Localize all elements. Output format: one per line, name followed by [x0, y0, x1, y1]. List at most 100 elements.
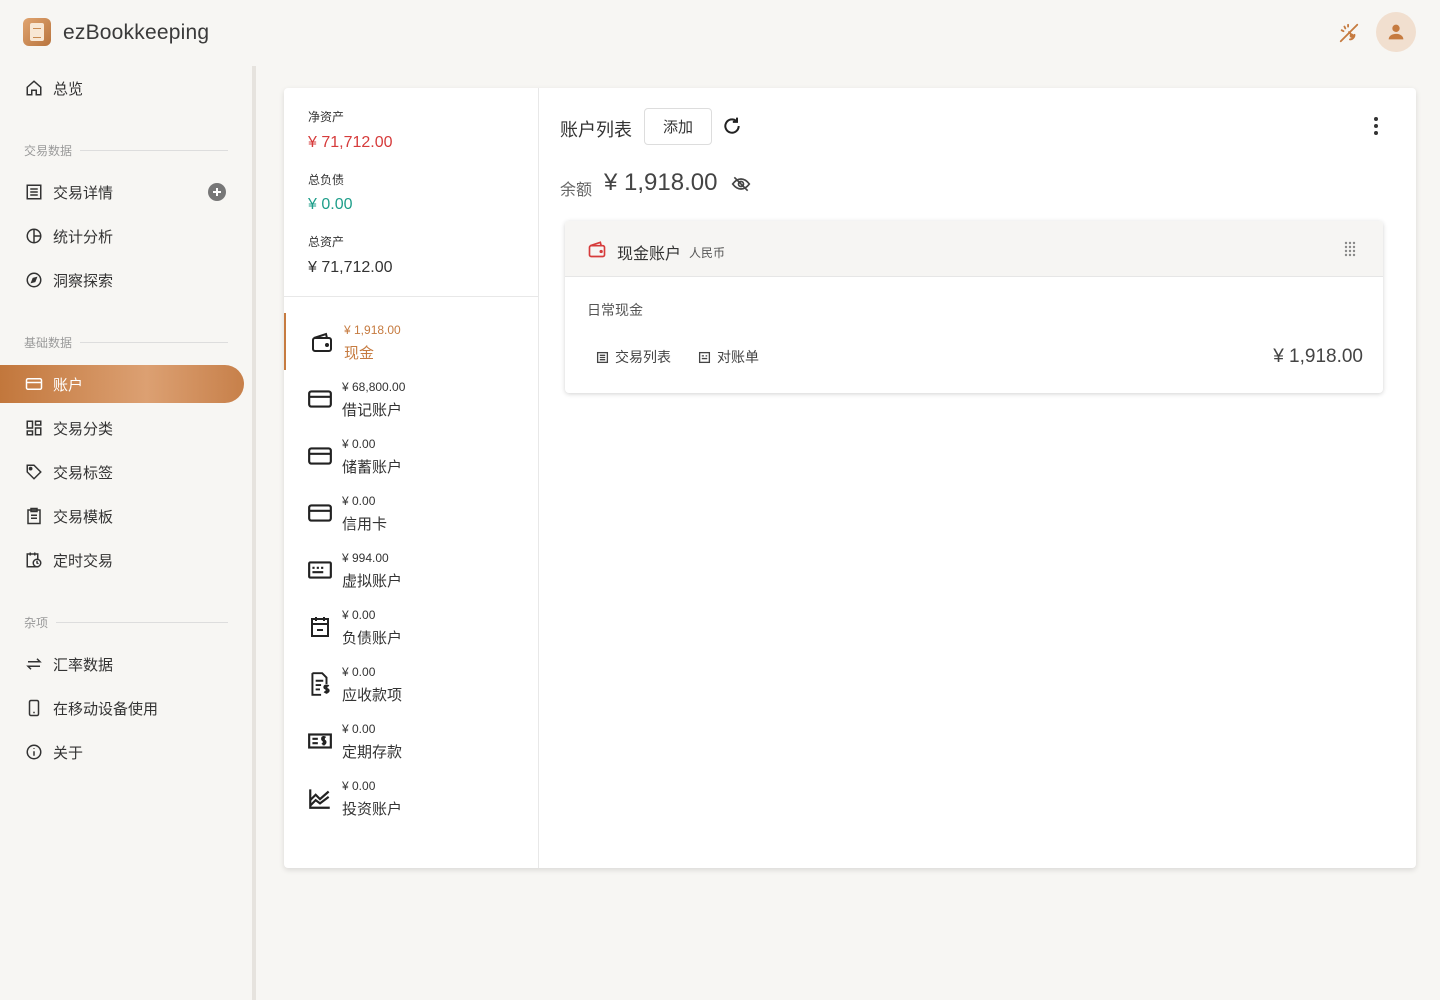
sidebar-item-overview[interactable]: 总览	[0, 69, 244, 107]
eye-off-icon	[731, 176, 751, 192]
total-liabilities-value: ¥ 0.00	[308, 196, 353, 213]
sidebar-item-label: 总览	[53, 80, 84, 98]
sidebar-item-label: 定时交易	[53, 552, 114, 570]
receivable-document-icon	[306, 670, 334, 698]
grid-icon	[24, 418, 44, 438]
category-value: ¥ 0.00	[342, 608, 376, 622]
category-name: 储蓄账户	[342, 459, 403, 476]
category-investment[interactable]: ¥ 0.00 投资账户	[284, 769, 539, 826]
refresh-button[interactable]	[720, 114, 744, 138]
category-value: ¥ 0.00	[342, 437, 376, 451]
account-list-title: 账户列表	[560, 120, 632, 140]
plus-icon	[213, 188, 221, 196]
sidebar-item-exchange-rates[interactable]: 汇率数据	[0, 645, 244, 683]
sidebar-item-templates[interactable]: 交易模板	[0, 497, 244, 535]
transaction-list-link[interactable]: 交易列表	[595, 347, 671, 367]
more-options-button[interactable]	[1366, 114, 1386, 138]
section-label: 杂项	[24, 615, 49, 630]
sidebar-item-insights[interactable]: 洞察探索	[0, 261, 244, 299]
account-card[interactable]: 现金账户 人民币 日常现金 交易列表 对账单 ¥ 1,918.00	[565, 221, 1383, 393]
calendar-minus-icon	[306, 613, 334, 641]
divider	[80, 341, 228, 343]
sidebar-item-mobile[interactable]: 在移动设备使用	[0, 689, 244, 727]
sidebar-item-label: 在移动设备使用	[53, 700, 159, 718]
calendar-clock-icon	[24, 550, 44, 570]
category-virtual[interactable]: ¥ 994.00 虚拟账户	[284, 541, 539, 598]
category-cash[interactable]: ¥ 1,918.00 现金	[284, 313, 539, 370]
sidebar-item-label: 洞察探索	[53, 272, 114, 290]
category-value: ¥ 0.00	[342, 665, 376, 679]
investment-chart-icon	[306, 784, 334, 812]
section-label: 交易数据	[24, 143, 73, 158]
theme-toggle-button[interactable]	[1334, 18, 1364, 48]
user-avatar-button[interactable]	[1376, 12, 1416, 52]
category-name: 投资账户	[342, 801, 403, 818]
add-account-button[interactable]: 添加	[644, 108, 712, 145]
category-value: ¥ 0.00	[342, 722, 376, 736]
sidebar-item-accounts[interactable]: 账户	[0, 365, 244, 403]
total-assets-label: 总资产	[308, 235, 345, 249]
virtual-card-icon	[306, 556, 334, 584]
category-debit[interactable]: ¥ 68,800.00 借记账户	[284, 370, 539, 427]
sidebar-item-scheduled[interactable]: 定时交易	[0, 541, 244, 579]
category-debt[interactable]: ¥ 0.00 负债账户	[284, 598, 539, 655]
credit-card-icon	[306, 385, 334, 413]
cellphone-icon	[24, 698, 44, 718]
reconciliation-link[interactable]: 对账单	[697, 347, 759, 367]
category-name: 负债账户	[342, 630, 403, 647]
sidebar-item-label: 汇率数据	[53, 656, 114, 674]
toggle-balance-visibility-button[interactable]	[730, 173, 752, 195]
category-value: ¥ 0.00	[342, 494, 376, 508]
transaction-list-label: 交易列表	[615, 349, 671, 365]
section-header-misc: 杂项	[24, 614, 228, 630]
sidebar-item-label: 交易分类	[53, 420, 114, 438]
category-value: ¥ 1,918.00	[344, 323, 401, 337]
account-amount: ¥ 1,918.00	[1273, 346, 1363, 367]
sidebar-item-transaction-details[interactable]: 交易详情	[0, 173, 244, 211]
category-name: 应收款项	[342, 687, 403, 704]
add-transaction-button[interactable]	[208, 183, 226, 201]
swap-arrows-icon	[24, 654, 44, 674]
wallet-icon	[308, 328, 336, 356]
top-bar: ezBookkeeping	[0, 0, 1440, 66]
net-assets-value: ¥ 71,712.00	[308, 134, 393, 151]
sidebar-item-label: 关于	[53, 744, 84, 762]
credit-card-icon	[306, 442, 334, 470]
compass-icon	[24, 270, 44, 290]
drag-handle-icon[interactable]	[1343, 241, 1357, 257]
category-name: 定期存款	[342, 744, 403, 761]
divider	[80, 149, 228, 151]
info-icon	[24, 742, 44, 762]
sidebar-item-label: 交易详情	[53, 184, 114, 202]
section-header-basic: 基础数据	[24, 334, 228, 350]
sidebar: 总览 交易数据 交易详情 统计分析 洞察探索 基础数据 账户 交易分类 交易标签…	[0, 66, 252, 1000]
category-name: 借记账户	[342, 402, 403, 419]
sidebar-item-about[interactable]: 关于	[0, 733, 244, 771]
category-name: 现金	[344, 345, 375, 362]
category-receivables[interactable]: ¥ 0.00 应收款项	[284, 655, 539, 712]
sidebar-item-label: 交易模板	[53, 508, 114, 526]
net-assets-label: 净资产	[308, 110, 345, 124]
statement-icon	[697, 350, 711, 364]
sidebar-item-categories[interactable]: 交易分类	[0, 409, 244, 447]
theme-auto-icon	[1339, 23, 1359, 43]
account-name: 现金账户	[617, 246, 682, 263]
list-icon	[24, 182, 44, 202]
account-currency: 人民币	[689, 246, 726, 260]
clipboard-icon	[24, 506, 44, 526]
account-list-pane: 账户列表 添加 余额 ¥ 1,918.00 现金账户 人民币 日常现金 交易列表…	[540, 88, 1416, 868]
asset-summary: 净资产 ¥ 71,712.00 总负债 ¥ 0.00 总资产 ¥ 71,712.…	[284, 88, 539, 297]
tag-icon	[24, 462, 44, 482]
divider	[56, 621, 228, 623]
sidebar-item-tags[interactable]: 交易标签	[0, 453, 244, 491]
category-savings[interactable]: ¥ 0.00 储蓄账户	[284, 427, 539, 484]
account-description: 日常现金	[587, 302, 643, 318]
sidebar-item-statistics[interactable]: 统计分析	[0, 217, 244, 255]
sidebar-item-label: 统计分析	[53, 228, 114, 246]
category-deposit[interactable]: ¥ 0.00 定期存款	[284, 712, 539, 769]
sidebar-scrollbar[interactable]	[252, 66, 256, 1000]
person-icon	[1388, 24, 1404, 40]
accounts-card: 净资产 ¥ 71,712.00 总负债 ¥ 0.00 总资产 ¥ 71,712.…	[284, 88, 1416, 868]
balance-value: ¥ 1,918.00	[604, 169, 718, 196]
category-credit-card[interactable]: ¥ 0.00 信用卡	[284, 484, 539, 541]
